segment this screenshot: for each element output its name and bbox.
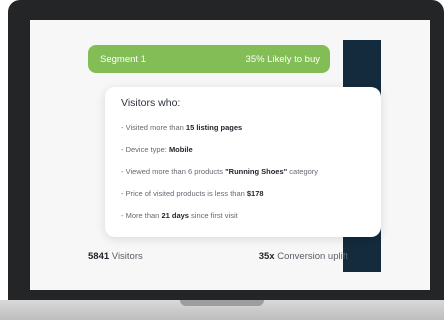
segment-header[interactable]: Segment 1 35% Likely to buy (88, 45, 330, 73)
segment-name: Segment 1 (100, 53, 146, 65)
laptop-screen: Segment 1 35% Likely to buy Visitors who… (30, 20, 430, 290)
segment-likelihood: 35% Likely to buy (245, 53, 320, 65)
criteria-card: Visitors who: - Visited more than 15 lis… (105, 87, 381, 237)
criterion-price: - Price of visited products is less than… (121, 189, 264, 198)
stats-row: 5841 Visitors 35x Conversion uplift (88, 245, 348, 267)
conversion-uplift: 35x Conversion uplift (258, 250, 348, 262)
criteria-list: - Visited more than 15 listing pages - D… (121, 117, 365, 227)
criterion-product-category: - Viewed more than 6 products "Running S… (121, 167, 319, 176)
visitors-count: 5841 Visitors (88, 250, 143, 262)
criterion-device-type: - Device type: Mobile (121, 145, 193, 154)
card-title: Visitors who: (121, 97, 181, 109)
laptop-notch (180, 300, 264, 306)
criterion-listing-pages: - Visited more than 15 listing pages (121, 123, 243, 132)
criterion-days-since-visit: - More than 21 days since first visit (121, 211, 238, 220)
